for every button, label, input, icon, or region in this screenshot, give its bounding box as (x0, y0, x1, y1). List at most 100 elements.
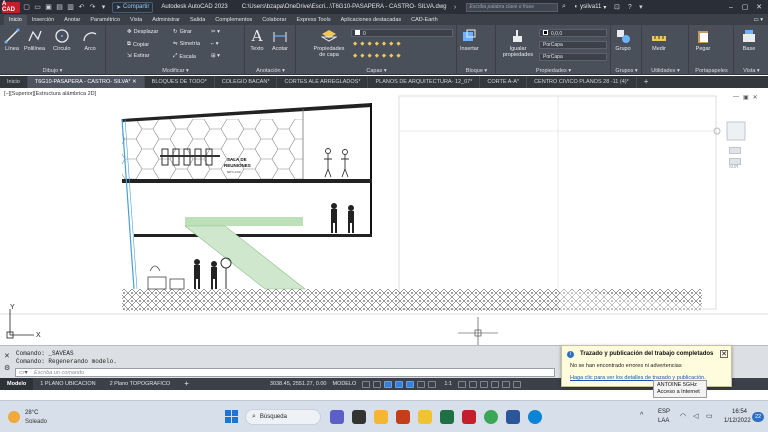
ortho-toggle-icon[interactable] (384, 380, 393, 388)
excel-icon[interactable] (440, 410, 454, 424)
snap-toggle-icon[interactable] (373, 380, 382, 388)
array-button[interactable]: ⊞ ▾ (211, 53, 220, 59)
panel-dibujo-title[interactable]: Dibujo ▾ (0, 68, 105, 74)
clock-date[interactable]: 1/12/2022 (724, 418, 751, 424)
arc-button[interactable]: Arco (82, 28, 98, 52)
otrack-toggle-icon[interactable] (417, 380, 426, 388)
weather-text[interactable]: Soleado (25, 419, 47, 425)
tab-inicio[interactable]: Inicio (4, 15, 27, 25)
pan-icon[interactable] (729, 147, 741, 154)
language-code[interactable]: ESP (658, 409, 670, 415)
search-icon[interactable]: ⌕ (560, 3, 569, 12)
move-button[interactable]: ✥ Desplazar (127, 29, 158, 35)
viewport-minimize-icon[interactable]: — (733, 94, 739, 101)
linetype-dropdown[interactable]: PorCapa (539, 41, 607, 49)
tab-salida[interactable]: Salida (185, 15, 210, 25)
tab-parametrico[interactable]: Paramétrico (85, 15, 125, 25)
tab-vista[interactable]: Vista (125, 15, 147, 25)
scale-button[interactable]: ⤢ Escala (173, 53, 196, 60)
taskbar-search[interactable]: ⌕ Búsqueda (245, 409, 321, 425)
tab-administrar[interactable]: Administrar (147, 15, 185, 25)
dimension-button[interactable]: Acotar (272, 28, 288, 52)
save-icon[interactable]: ▣ (44, 3, 53, 12)
panel-capas-title[interactable]: Capas ▾ (297, 68, 456, 74)
new-tab-button[interactable]: + (637, 76, 656, 88)
battery-icon[interactable]: ▭ (706, 412, 713, 420)
trim-button[interactable]: ✂ ▾ (211, 29, 220, 35)
annotation-scale[interactable]: 1:1 (444, 381, 452, 387)
color-dropdown[interactable]: 0,0,0 (539, 29, 607, 37)
rotate-button[interactable]: ↻ Girar (173, 29, 192, 35)
redo-icon[interactable]: ↷ (88, 3, 97, 12)
file-tab-bloques[interactable]: BLOQUES DE TODO* (145, 76, 215, 88)
fillet-button[interactable]: ⌐ ▾ (211, 41, 219, 47)
close-button[interactable]: ✕ (752, 3, 766, 11)
model-space-toggle[interactable]: MODELO (332, 381, 356, 387)
command-settings-icon[interactable]: ⚙ (4, 364, 10, 372)
insert-block-button[interactable]: Insertar (460, 28, 479, 52)
file-tab-colegio[interactable]: COLEGIO BACAN* (215, 76, 278, 88)
coordinates-readout[interactable]: 3038.45, 2551.27, 0.00 (270, 381, 327, 387)
fullscreen-icon[interactable] (501, 380, 510, 388)
undo-icon[interactable]: ↶ (77, 3, 86, 12)
drawing-canvas[interactable]: [−][Superior][Estructura alámbrica 2D] S… (0, 89, 768, 345)
new-file-icon[interactable]: ▢ (22, 3, 31, 12)
panel-modificar-title[interactable]: Modificar ▾ (107, 68, 244, 74)
file-tab-centro-civico[interactable]: CENTRO CIVICO PLANOS 28 -11 (4)* (527, 76, 637, 88)
more-icon[interactable]: ▾ (99, 3, 108, 12)
file-tab-active[interactable]: T6G10-PASAPERA - CASTRO- SILVA* ✕ (27, 76, 145, 88)
measure-button[interactable]: Medir (651, 28, 667, 52)
share-button[interactable]: ➤ Compartir (112, 1, 154, 13)
layout-tab-topografico[interactable]: 2 Plano TOPOGRAFICO (103, 378, 178, 390)
user-account[interactable]: ◐ ysilva11 ▾ (575, 4, 607, 11)
match-properties-button[interactable]: Igualar propiedades (501, 28, 535, 58)
units-icon[interactable] (479, 380, 488, 388)
file-tab-corte-aa[interactable]: CORTE A-A* (480, 76, 528, 88)
tab-anotar[interactable]: Anotar (59, 15, 85, 25)
workspace-icon[interactable] (468, 380, 477, 388)
isolate-icon[interactable] (490, 380, 499, 388)
task-view-icon[interactable] (352, 410, 366, 424)
panel-vista-title[interactable]: Vista ▾ (735, 68, 768, 74)
tab-complementos[interactable]: Complementos (210, 15, 257, 25)
file-tab-planos[interactable]: PLANOS DE ARQUITECTURA- 12_07* (368, 76, 481, 88)
viewport-restore-icon[interactable]: ▣ (743, 94, 749, 101)
panel-propiedades-title[interactable]: Propiedades ▾ (497, 68, 610, 74)
lineweight-toggle-icon[interactable] (428, 380, 437, 388)
paste-button[interactable]: Pegar (695, 28, 711, 52)
wifi-icon[interactable]: ◠ (680, 412, 686, 420)
panel-utilidades-title[interactable]: Utilidades ▾ (643, 68, 688, 74)
base-view-button[interactable]: Base (741, 28, 757, 52)
chrome-icon[interactable] (484, 410, 498, 424)
open-folder-icon[interactable]: ▭ (33, 3, 42, 12)
annotation-visibility-icon[interactable] (457, 380, 466, 388)
cart-icon[interactable]: ⊡ (612, 3, 621, 12)
layout-tab-ubicacion[interactable]: 1 PLANO UBICACION (33, 378, 102, 390)
maximize-button[interactable]: ▢ (738, 3, 752, 11)
lineweight-dropdown[interactable]: PorCapa (539, 53, 607, 61)
layer-tools-row-2[interactable]: ◆◆◆◆◆◆◆ (353, 53, 404, 59)
circle-button[interactable]: Círculo (53, 28, 70, 52)
customize-icon[interactable] (512, 380, 521, 388)
folder-icon[interactable] (418, 410, 432, 424)
copy-button[interactable]: ⧉ Copiar (127, 41, 149, 48)
word-icon[interactable] (506, 410, 520, 424)
polyline-button[interactable]: Polilínea (24, 28, 45, 52)
print-icon[interactable]: ▥ (66, 3, 75, 12)
panel-portapapeles-title[interactable]: Portapapeles (690, 68, 733, 74)
ribbon-options-icon[interactable]: ▭ ▾ (749, 15, 768, 25)
osnap-toggle-icon[interactable] (406, 380, 415, 388)
minimize-button[interactable]: – (724, 4, 738, 11)
tab-colaborar[interactable]: Colaborar (257, 15, 291, 25)
teams-icon[interactable] (330, 410, 344, 424)
mirror-button[interactable]: ⇋ Simetría (173, 41, 200, 47)
tab-express-tools[interactable]: Express Tools (291, 15, 335, 25)
volume-icon[interactable]: ◁ (693, 412, 698, 420)
file-tab-inicio[interactable]: Inicio (0, 76, 28, 88)
powerpoint-icon[interactable] (396, 410, 410, 424)
group-button[interactable]: Grupo (615, 28, 631, 52)
panel-bloque-title[interactable]: Bloque ▾ (458, 68, 495, 74)
zoom-icon[interactable] (729, 158, 741, 165)
viewcube-icon[interactable] (726, 121, 746, 141)
tray-chevron-icon[interactable]: ^ (640, 412, 643, 419)
